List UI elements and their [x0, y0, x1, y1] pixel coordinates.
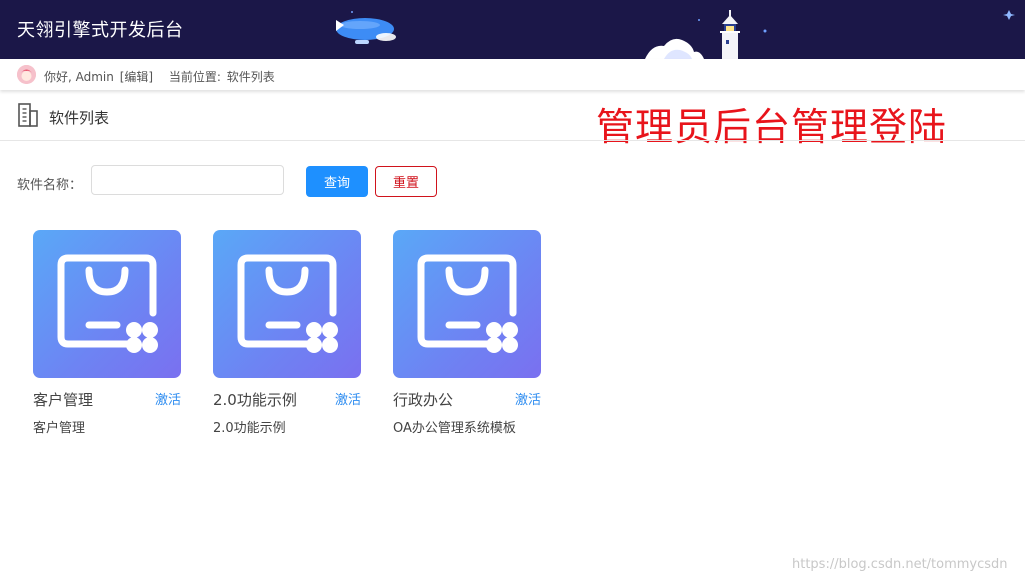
app-tile[interactable]: [393, 230, 541, 378]
building-icon: [18, 103, 38, 127]
app-description: 2.0功能示例: [213, 421, 286, 436]
activate-link[interactable]: 激活: [335, 389, 361, 408]
search-label: 软件名称：: [17, 178, 83, 193]
shopping-bag-icon: [417, 254, 518, 353]
app-name: 客户管理: [33, 391, 94, 409]
app-card[interactable]: 2.0功能示例 激活 2.0功能示例: [213, 230, 363, 440]
annotation-text: 管理员后台管理登陆: [596, 105, 948, 149]
user-greeting: 你好, Admin [编辑] 当前位置: 软件列表: [44, 68, 277, 85]
page-title: 软件列表: [49, 109, 110, 127]
header-illustration: [336, 10, 1015, 59]
reset-button[interactable]: 重置: [375, 166, 437, 197]
greeting-text: 你好, Admin: [44, 70, 114, 84]
divider: [0, 140, 1025, 141]
watermark-text: https://blog.csdn.net/tommycsdn: [792, 557, 1008, 572]
app-name: 行政办公: [393, 391, 454, 409]
avatar[interactable]: [17, 65, 36, 84]
software-name-input[interactable]: [91, 165, 284, 195]
app-card[interactable]: 客户管理 激活 客户管理: [33, 230, 183, 440]
edit-profile-link[interactable]: [编辑]: [120, 70, 153, 84]
app-name: 2.0功能示例: [213, 391, 297, 409]
shopping-bag-icon: [237, 254, 338, 353]
app-tile[interactable]: [213, 230, 361, 378]
user-bar: 你好, Admin [编辑] 当前位置: 软件列表: [0, 59, 1025, 90]
shopping-bag-icon: [57, 254, 158, 353]
app-tile[interactable]: [33, 230, 181, 378]
activate-link[interactable]: 激活: [515, 389, 541, 408]
query-button[interactable]: 查询: [306, 166, 368, 197]
location-value: 软件列表: [226, 70, 275, 84]
top-header: 天翎引擎式开发后台: [0, 0, 1025, 59]
app-description: OA办公管理系统模板: [393, 421, 516, 436]
location-label: 当前位置:: [168, 70, 221, 84]
app-description: 客户管理: [33, 421, 86, 436]
app-card[interactable]: 行政办公 激活 OA办公管理系统模板: [393, 230, 543, 440]
activate-link[interactable]: 激活: [155, 389, 181, 408]
